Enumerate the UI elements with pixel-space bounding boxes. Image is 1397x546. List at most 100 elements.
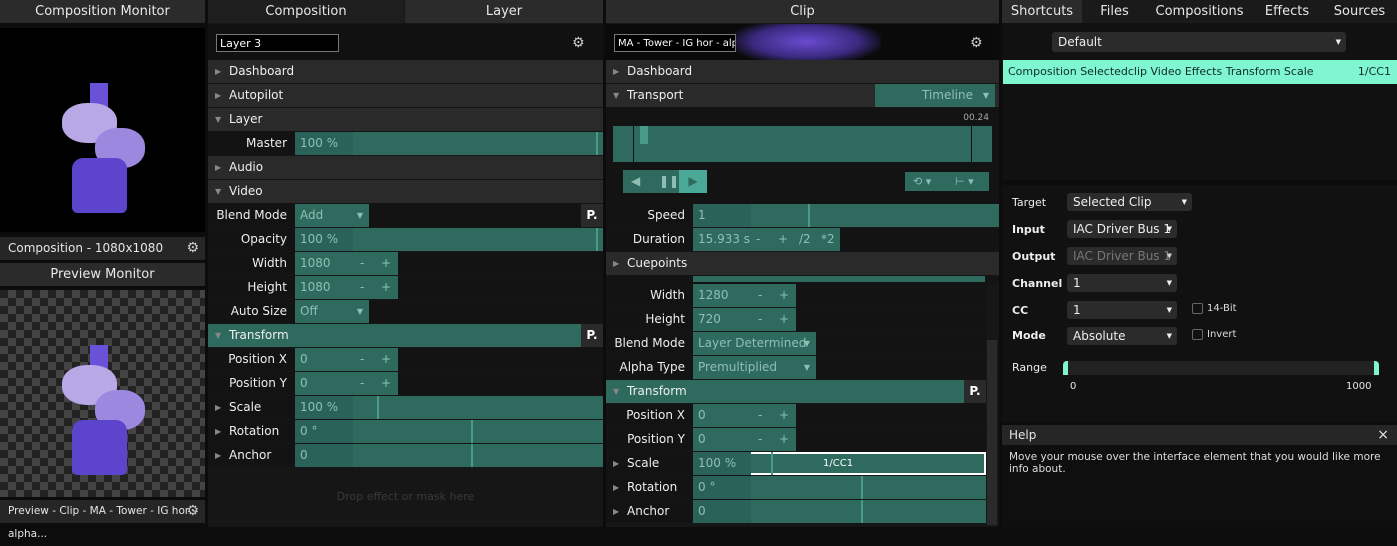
decrement-button[interactable]: - [360, 276, 364, 299]
section-video[interactable]: ▼ Video [208, 180, 603, 203]
layer-name-input[interactable] [216, 34, 339, 52]
pause-icon[interactable]: ❚❚ [659, 174, 679, 188]
slider-handle[interactable] [596, 228, 598, 251]
loop-mode-icon[interactable]: ⟲ ▾ [913, 172, 931, 191]
tab-compositions[interactable]: Compositions [1147, 0, 1252, 23]
slider-master[interactable]: 100 % [295, 132, 603, 155]
section-dashboard[interactable]: ▶ Dashboard [208, 60, 603, 83]
stepper-width[interactable]: 1080 - + [295, 252, 398, 275]
stepper-width[interactable]: 1280 - + [693, 284, 796, 307]
section-transform[interactable]: ▼ Transform P. [208, 324, 603, 347]
timeline-scrubber[interactable] [613, 126, 992, 162]
channel-dropdown[interactable]: 1 ▼ [1067, 274, 1177, 292]
duration-button[interactable]: + [778, 228, 788, 251]
preset-button[interactable]: P. [581, 324, 603, 347]
target-dropdown[interactable]: Selected Clip ▼ [1067, 193, 1192, 211]
tab-effects[interactable]: Effects [1252, 0, 1322, 23]
range-slider[interactable] [1063, 361, 1379, 375]
stepper-position-x[interactable]: 0 - + [693, 404, 796, 427]
output-dropdown[interactable]: IAC Driver Bus 1 ▼ [1067, 247, 1177, 265]
stepper-position-y[interactable]: 0 - + [295, 372, 398, 395]
tab-composition[interactable]: Composition [208, 0, 404, 23]
gear-icon[interactable]: ⚙ [970, 35, 983, 51]
slider-handle[interactable] [861, 476, 863, 499]
increment-button[interactable]: + [779, 308, 789, 331]
range-max-handle[interactable] [1374, 361, 1379, 375]
transport-mode-dropdown[interactable]: Timeline ▼ [875, 84, 995, 107]
decrement-button[interactable]: - [758, 284, 762, 307]
gear-icon[interactable]: ⚙ [186, 500, 199, 523]
preset-button[interactable]: P. [964, 380, 986, 403]
cc-dropdown[interactable]: 1 ▼ [1067, 301, 1177, 319]
playhead[interactable] [640, 126, 648, 144]
increment-button[interactable]: + [779, 428, 789, 451]
slider-scale[interactable]: 100 % 1/CC1 [693, 452, 986, 475]
increment-button[interactable]: + [381, 372, 391, 395]
slider-rotation[interactable]: 0 ° [693, 476, 986, 499]
slider-opacity[interactable]: 100 % [295, 228, 603, 251]
beat-snap-icon[interactable]: ⊢ ▾ [955, 172, 974, 191]
preset-dropdown[interactable]: Default ▼ [1052, 32, 1346, 52]
slider-handle[interactable] [471, 444, 473, 467]
duration-field[interactable]: 15.933 s - + /2 *2 [693, 228, 840, 251]
slider-handle[interactable] [808, 204, 810, 227]
preset-button[interactable]: P. [581, 204, 603, 227]
slider-anchor[interactable]: 0 [295, 444, 603, 467]
decrement-button[interactable]: - [360, 372, 364, 395]
dropdown-auto-size[interactable]: Off ▼ [295, 300, 369, 323]
shortcut-row[interactable]: Composition Selectedclip Video Effects T… [1003, 60, 1397, 84]
input-dropdown[interactable]: IAC Driver Bus 1 ▼ [1067, 220, 1177, 238]
duration-button[interactable]: /2 [799, 228, 811, 251]
slider-scale[interactable]: 100 % [295, 396, 603, 419]
increment-button[interactable]: + [381, 252, 391, 275]
close-icon[interactable]: × [1377, 425, 1389, 445]
slider-handle[interactable] [377, 396, 379, 419]
14bit-checkbox[interactable] [1192, 303, 1203, 314]
duration-button[interactable]: *2 [821, 228, 835, 251]
section-transport[interactable]: ▼ Transport Timeline ▼ [606, 84, 999, 107]
section-cuepoints[interactable]: ▶ Cuepoints [606, 252, 999, 275]
section-layer[interactable]: ▼ Layer [208, 108, 603, 131]
decrement-button[interactable]: - [360, 252, 364, 275]
slider-speed[interactable]: 1 [693, 204, 999, 227]
tab-shortcuts[interactable]: Shortcuts [1002, 0, 1082, 23]
slider-anchor[interactable]: 0 [693, 500, 986, 523]
section-dashboard[interactable]: ▶ Dashboard [606, 60, 999, 83]
decrement-button[interactable]: - [360, 348, 364, 371]
invert-checkbox[interactable] [1192, 329, 1203, 340]
section-autopilot[interactable]: ▶ Autopilot [208, 84, 603, 107]
scrollbar[interactable] [987, 340, 997, 525]
gear-icon[interactable]: ⚙ [186, 237, 199, 260]
stepper-position-y[interactable]: 0 - + [693, 428, 796, 451]
section-transform[interactable]: ▼ Transform P. [606, 380, 986, 403]
decrement-button[interactable]: - [758, 428, 762, 451]
slider-handle[interactable] [596, 132, 598, 155]
dropdown-alpha-type[interactable]: Premultiplied ▼ [693, 356, 816, 379]
increment-button[interactable]: + [381, 276, 391, 299]
dropdown-blend-mode[interactable]: Add ▼ [295, 204, 369, 227]
decrement-button[interactable]: - [758, 308, 762, 331]
slider-handle[interactable] [471, 420, 473, 443]
slider-handle[interactable] [771, 452, 773, 475]
play-reverse-icon[interactable]: ◀ [631, 174, 640, 188]
tab-sources[interactable]: Sources [1322, 0, 1397, 23]
tab-files[interactable]: Files [1082, 0, 1147, 23]
dropdown-blend-mode[interactable]: Layer Determined ▼ [693, 332, 816, 355]
slider-handle[interactable] [861, 500, 863, 523]
decrement-button[interactable]: - [758, 404, 762, 427]
increment-button[interactable]: + [779, 284, 789, 307]
duration-button[interactable]: - [756, 228, 760, 251]
tab-layer[interactable]: Layer [405, 0, 603, 23]
slider-rotation[interactable]: 0 ° [295, 420, 603, 443]
gear-icon[interactable]: ⚙ [572, 35, 585, 51]
stepper-position-x[interactable]: 0 - + [295, 348, 398, 371]
increment-button[interactable]: + [381, 348, 391, 371]
stepper-height[interactable]: 720 - + [693, 308, 796, 331]
play-icon[interactable]: ▶ [679, 170, 707, 193]
clip-name-input[interactable] [614, 34, 736, 52]
range-min-handle[interactable] [1063, 361, 1068, 375]
stepper-height[interactable]: 1080 - + [295, 276, 398, 299]
increment-button[interactable]: + [779, 404, 789, 427]
mode-dropdown[interactable]: Absolute ▼ [1067, 327, 1177, 345]
section-audio[interactable]: ▶ Audio [208, 156, 603, 179]
